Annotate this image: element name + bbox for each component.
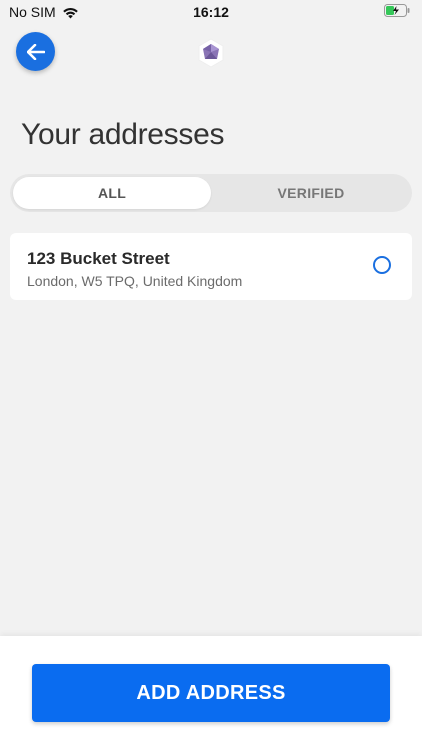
- add-address-button[interactable]: ADD ADDRESS: [32, 664, 390, 722]
- status-bar: No SIM 16:12: [0, 0, 422, 24]
- page-title: Your addresses: [21, 118, 225, 151]
- back-button[interactable]: [16, 32, 55, 71]
- hexagon-gem-logo: [198, 38, 224, 68]
- footer-bar: ADD ADDRESS: [0, 636, 422, 750]
- tab-all[interactable]: ALL: [13, 177, 211, 209]
- address-street: 123 Bucket Street: [27, 249, 170, 268]
- arrow-left-icon: [26, 43, 45, 60]
- address-filter-tabs: ALL VERIFIED: [10, 174, 412, 212]
- battery-charging-icon: [384, 4, 410, 17]
- address-card[interactable]: 123 Bucket Street London, W5 TPQ, United…: [10, 233, 412, 300]
- address-city-postcode-country: London, W5 TPQ, United Kingdom: [27, 273, 243, 289]
- status-time: 16:12: [193, 4, 229, 20]
- tab-verified[interactable]: VERIFIED: [213, 177, 409, 209]
- address-select-radio[interactable]: [373, 256, 391, 274]
